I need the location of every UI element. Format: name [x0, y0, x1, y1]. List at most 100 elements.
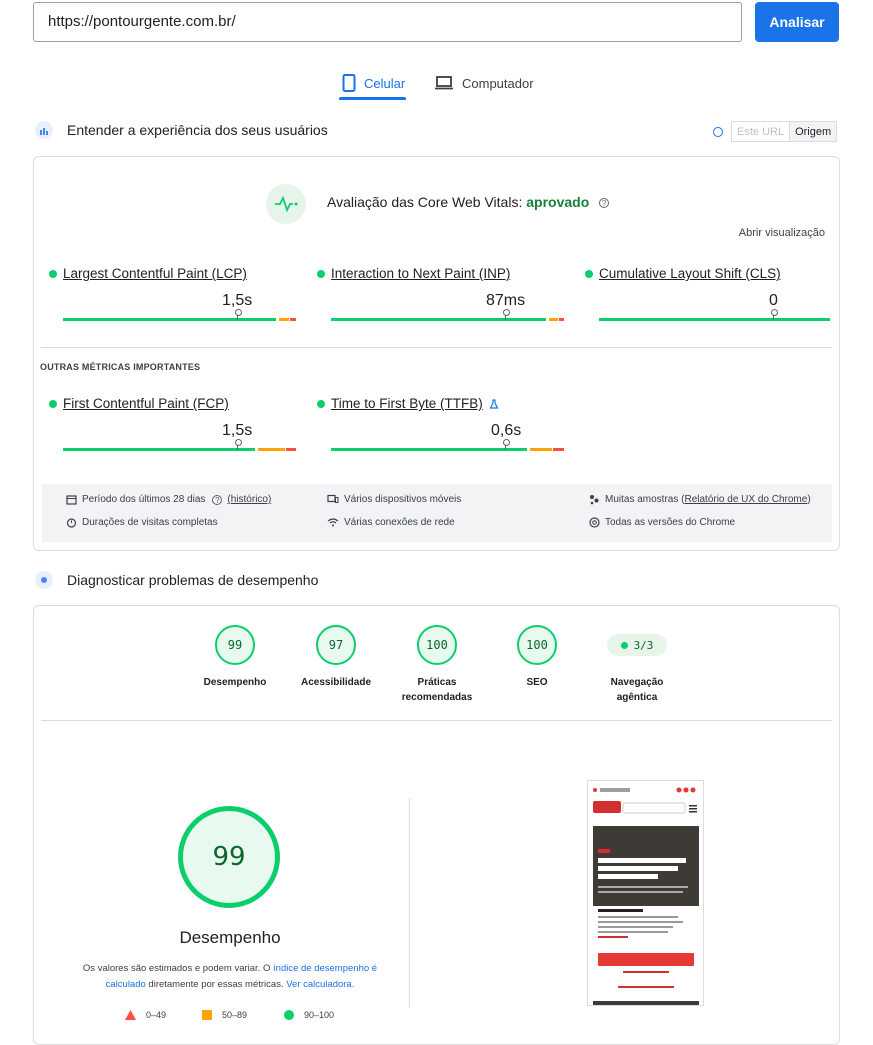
- score-performance-value: 99: [215, 625, 255, 665]
- users-icon: [35, 121, 53, 139]
- performance-gauge-label: Desempenho: [179, 928, 281, 947]
- metric-inp-value: 87ms: [486, 292, 526, 309]
- square-icon: [202, 1010, 212, 1020]
- score-note-text-1: Os valores são estimados e podem variar.…: [82, 963, 274, 974]
- crux-link[interactable]: Relatório de UX do Chrome: [684, 494, 807, 505]
- pass-dot: [620, 641, 628, 649]
- metric-fcp-name: First Contentful Paint (FCP): [63, 396, 229, 411]
- score-accessibility-label: Acessibilidade: [300, 677, 372, 688]
- agentic-label: Navegação agêntica: [610, 677, 664, 703]
- field-section-header: Entender a experiência dos seus usuários: [35, 121, 328, 139]
- pass-dot: [49, 399, 57, 408]
- score-performance-label: Desempenho: [203, 677, 267, 688]
- score-accessibility-value: 97: [316, 625, 356, 665]
- info-connections: Várias conexões de rede: [327, 517, 455, 528]
- metric-cls-link[interactable]: Cumulative Layout Shift (CLS): [585, 266, 825, 281]
- metric-ttfb-link[interactable]: Time to First Byte (TTFB): [317, 396, 557, 411]
- analyze-button[interactable]: Analisar: [755, 2, 839, 42]
- metric-inp-name: Interaction to Next Paint (INP): [331, 266, 511, 281]
- tab-mobile[interactable]: Celular: [342, 66, 405, 100]
- tab-desktop-label: Computador: [462, 75, 534, 91]
- info-durations: Durações de visitas completas: [66, 517, 218, 528]
- score-note-text-2: diretamente por essas métricas.: [145, 979, 287, 990]
- info-versions: Todas as versões do Chrome: [589, 517, 735, 528]
- lab-vertical-divider: [409, 798, 410, 1008]
- metric-cls: Cumulative Layout Shift (CLS): [585, 266, 825, 281]
- history-link[interactable]: (histórico): [227, 494, 271, 505]
- cwv-assessment: Avaliação das Core Web Vitals: aprovado …: [327, 194, 610, 210]
- info-devices: Vários dispositivos móveis: [327, 494, 461, 505]
- lab-heading: Diagnosticar problemas de desempenho: [67, 572, 319, 588]
- url-input[interactable]: https://pontourgente.com.br/: [33, 2, 742, 42]
- field-heading: Entender a experiência dos seus usuários: [67, 122, 328, 138]
- info-period-text: Período dos últimos 28 dias: [82, 494, 206, 505]
- calendar-icon: [66, 495, 77, 505]
- help-icon[interactable]: ?: [599, 198, 610, 209]
- pass-dot: [49, 269, 57, 278]
- pass-dot: [317, 269, 325, 278]
- score-seo-value: 100: [517, 625, 557, 665]
- info-icon: [713, 126, 723, 137]
- toggle-origin[interactable]: Origem: [790, 121, 838, 142]
- expand-view-link[interactable]: Abrir visualização: [739, 227, 825, 239]
- cwv-title: Avaliação das Core Web Vitals:: [327, 194, 523, 210]
- metric-lcp-link[interactable]: Largest Contentful Paint (LCP): [49, 266, 289, 281]
- metric-fcp-link[interactable]: First Contentful Paint (FCP): [49, 396, 289, 411]
- metric-lcp: Largest Contentful Paint (LCP): [49, 266, 289, 281]
- screenshot-image: [588, 781, 703, 1005]
- score-best-practices-value: 100: [417, 625, 457, 665]
- info-samples: Muitas amostras (Relatório de UX do Chro…: [589, 494, 811, 505]
- score-seo[interactable]: 100 SEO: [497, 625, 577, 690]
- samples-icon: [590, 495, 599, 505]
- agentic-score[interactable]: 3/3: [607, 634, 667, 656]
- toggle-this-url[interactable]: Este URL: [731, 121, 791, 142]
- metric-inp-marker: [503, 309, 510, 320]
- legend-fail-label: 0–49: [146, 1010, 167, 1020]
- score-best-practices-label: Práticas recomendadas: [401, 677, 473, 703]
- lab-section-header: Diagnosticar problemas de desempenho: [35, 571, 318, 589]
- pass-dot: [585, 269, 593, 278]
- pass-dot: [317, 399, 325, 408]
- cwv-status: aprovado: [526, 194, 590, 210]
- performance-gauge: 99: [178, 806, 280, 908]
- info-samples-prefix: Muitas amostras (: [605, 494, 685, 505]
- field-info-box: [42, 484, 832, 542]
- lab-divider: [41, 720, 832, 721]
- metric-lcp-bar: [63, 318, 296, 321]
- score-performance[interactable]: 99 Desempenho: [195, 625, 275, 690]
- circle-icon: [284, 1010, 294, 1020]
- score-accessibility[interactable]: 97 Acessibilidade: [293, 625, 379, 690]
- legend-average-label: 50–89: [222, 1010, 248, 1020]
- metric-lcp-value: 1,5s: [222, 292, 253, 309]
- chrome-icon: [589, 517, 600, 528]
- legend-fail: 0–49: [125, 1010, 166, 1020]
- score-best-practices[interactable]: 100 Práticas recomendadas: [397, 625, 477, 705]
- agentic-score-value: 3/3: [633, 638, 654, 652]
- metric-ttfb-name: Time to First Byte (TTFB): [331, 396, 483, 411]
- metric-cls-bar: [599, 318, 830, 321]
- score-note: Os valores são estimados e podem variar.…: [70, 961, 390, 993]
- help-icon[interactable]: ?: [212, 494, 223, 505]
- info-versions-text: Todas as versões do Chrome: [605, 517, 736, 528]
- metric-cls-marker: [771, 309, 778, 320]
- devices-icon: [327, 494, 339, 503]
- score-seo-label: SEO: [526, 677, 548, 688]
- metric-ttfb: Time to First Byte (TTFB): [317, 396, 557, 411]
- diagnostics-icon: [35, 571, 53, 589]
- metric-lcp-name: Largest Contentful Paint (LCP): [63, 266, 247, 281]
- metric-cls-name: Cumulative Layout Shift (CLS): [599, 266, 781, 281]
- calculator-link[interactable]: Ver calculadora.: [286, 979, 354, 990]
- legend-pass: 90–100: [284, 1010, 334, 1020]
- other-metrics-label: OUTRAS MÉTRICAS IMPORTANTES: [40, 362, 201, 372]
- metric-inp: Interaction to Next Paint (INP): [317, 266, 557, 281]
- metric-inp-link[interactable]: Interaction to Next Paint (INP): [317, 266, 557, 281]
- metric-lcp-marker: [235, 309, 242, 320]
- legend-pass-label: 90–100: [304, 1010, 335, 1020]
- metric-fcp: First Contentful Paint (FCP): [49, 396, 289, 411]
- metric-ttfb-bar: [331, 448, 564, 451]
- url-origin-toggle: Este URL Origem: [713, 121, 838, 142]
- metric-cls-value: 0: [769, 292, 778, 309]
- phone-icon: [342, 74, 356, 92]
- metric-fcp-value: 1,5s: [222, 422, 253, 439]
- tab-desktop[interactable]: Computador: [434, 66, 534, 100]
